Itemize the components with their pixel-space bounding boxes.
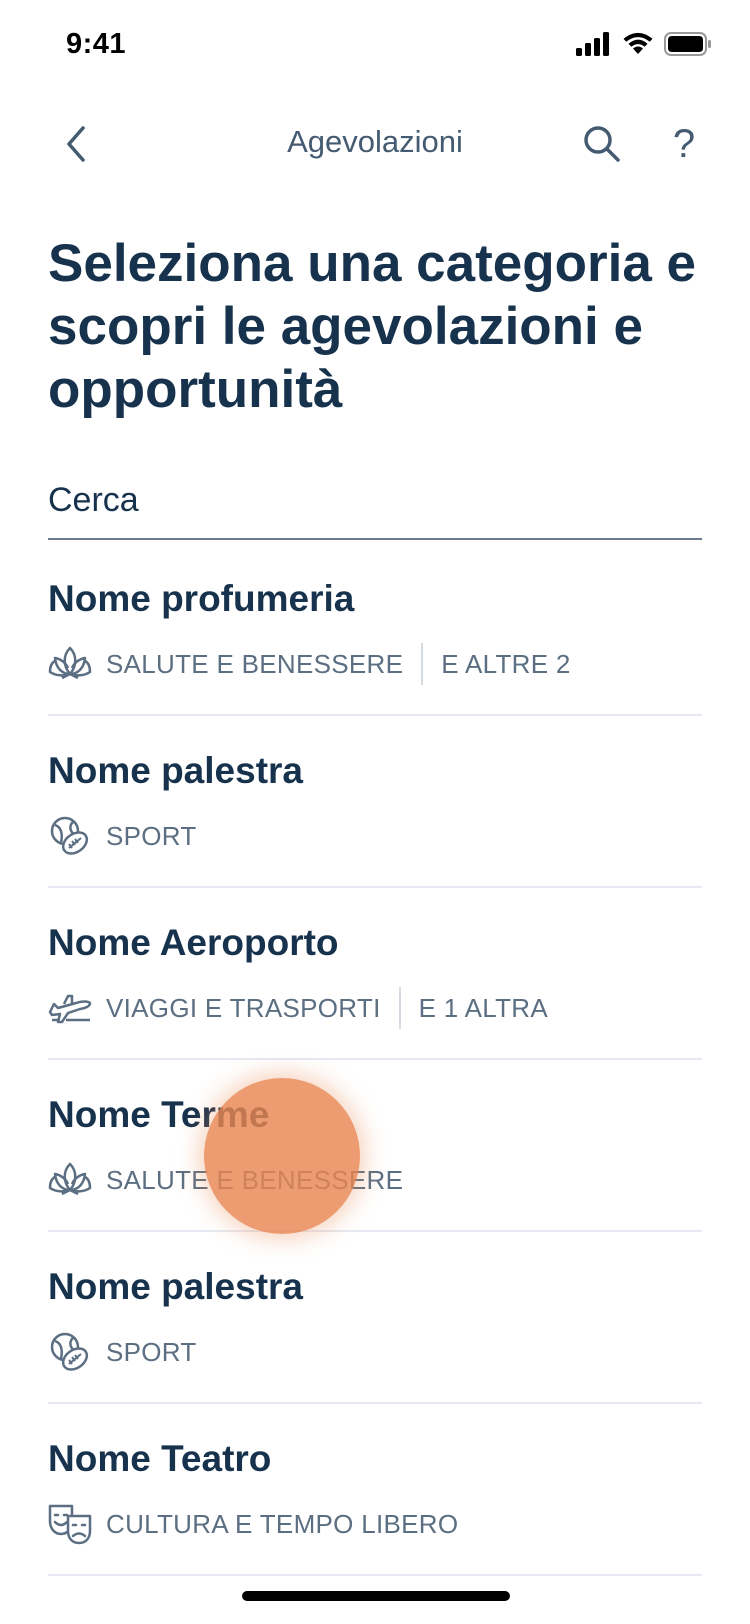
sport-balls-icon [48, 814, 92, 858]
search-input[interactable] [48, 472, 702, 540]
item-meta: VIAGGI E TRASPORTI E 1 ALTRA [48, 986, 548, 1030]
item-meta: SPORT [48, 1330, 197, 1374]
cellular-signal-icon [576, 32, 612, 61]
list-item[interactable]: Nome profumeria SALUTE E BENESSERE E ALT… [48, 544, 702, 716]
page-title: Seleziona una categoria e scopri le agev… [48, 234, 697, 419]
item-more-categories: E ALTRE 2 [441, 648, 571, 679]
status-icons [576, 32, 712, 61]
item-title: Nome Aeroporto [48, 922, 339, 963]
nav-bar: Agevolazioni ? [0, 100, 750, 190]
list-item[interactable]: Nome Aeroporto VIAGGI E TRASPORTI E 1 AL… [48, 888, 702, 1060]
item-category: SPORT [106, 1336, 197, 1367]
touch-indicator [204, 1078, 360, 1234]
search-button[interactable] [578, 120, 626, 168]
nav-title: Agevolazioni [287, 124, 463, 159]
meta-divider [421, 643, 424, 685]
lotus-icon [48, 1158, 92, 1202]
status-time: 9:41 [66, 28, 127, 60]
item-title: Nome Teatro [48, 1438, 272, 1479]
list-item[interactable]: Nome Teatro CULTURA E TEMPO LIBERO [48, 1404, 702, 1576]
screen: 9:41 Agevolazioni ? Seleziona una catego… [0, 0, 750, 1624]
home-indicator[interactable] [242, 1591, 510, 1601]
item-title: Nome palestra [48, 750, 303, 791]
list-item[interactable]: Nome palestra SPORT [48, 716, 702, 888]
item-category: SPORT [106, 820, 197, 851]
theater-masks-icon [48, 1502, 92, 1546]
battery-icon [664, 32, 712, 61]
item-more-categories: E 1 ALTRA [418, 992, 549, 1023]
item-title: Nome profumeria [48, 578, 355, 619]
item-category: SALUTE E BENESSERE [106, 648, 404, 679]
airplane-icon [48, 986, 92, 1030]
wifi-icon [622, 32, 654, 61]
status-bar: 9:41 [0, 0, 750, 96]
help-button[interactable]: ? [660, 118, 708, 170]
meta-divider [398, 987, 401, 1029]
list-item[interactable]: Nome Terme SALUTE E BENESSERE [48, 1060, 702, 1232]
item-meta: CULTURA E TEMPO LIBERO [48, 1502, 458, 1546]
list-item[interactable]: Nome palestra SPORT [48, 1232, 702, 1404]
item-title: Nome palestra [48, 1266, 303, 1307]
lotus-icon [48, 642, 92, 686]
item-meta: SALUTE E BENESSERE E ALTRE 2 [48, 642, 571, 686]
item-category: VIAGGI E TRASPORTI [106, 992, 381, 1023]
item-meta: SPORT [48, 814, 197, 858]
results-list: Nome profumeria SALUTE E BENESSERE E ALT… [48, 544, 702, 1576]
item-category: CULTURA E TEMPO LIBERO [106, 1508, 459, 1539]
search-icon [584, 126, 620, 162]
sport-balls-icon [48, 1330, 92, 1374]
